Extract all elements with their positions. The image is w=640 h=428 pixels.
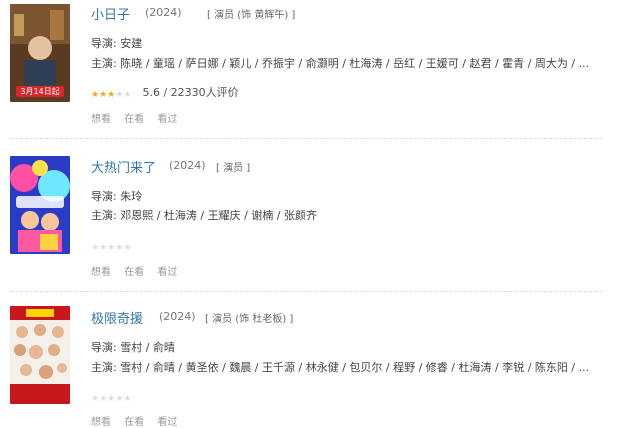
want-to-watch-link[interactable]: 想看 (91, 267, 111, 278)
star-icon: ★ (99, 243, 108, 253)
rating-stars: ★★★★★ (91, 235, 131, 254)
director-names: 雪村 / 俞晴 (120, 341, 175, 354)
rating-stars: ★★★★★ (91, 386, 131, 405)
director-label: 导演: (91, 341, 117, 354)
director-line: 导演: 安建 (91, 35, 603, 51)
cast-label: 主演: (91, 361, 117, 374)
movie-role: [ 演员 (饰 黄辉午) ] (207, 10, 296, 21)
cast-label: 主演: (91, 209, 117, 222)
director-names: 朱玲 (120, 190, 143, 203)
director-line: 导演: 雪村 / 俞晴 (91, 339, 603, 355)
cast-line: 主演: 邓恩熙 / 杜海涛 / 王耀庆 / 谢楠 / 张颜齐 (91, 207, 603, 223)
star-icon: ★ (123, 90, 132, 100)
movie-item: 3月14日起 小日子 (2024) [ 演员 (饰 黄辉午) ] 导演: 安建 … (0, 0, 640, 140)
cast-line: 主演: 雪村 / 俞晴 / 黄圣依 / 魏晨 / 王千源 / 林永健 / 包贝尔… (91, 359, 603, 375)
movie-poster[interactable] (10, 156, 70, 254)
star-icon: ★ (91, 243, 100, 253)
rating-row: ★★★★★ 5.6 / 22330人评价 (91, 81, 239, 101)
item-divider (10, 138, 602, 139)
watching-link[interactable]: 在看 (124, 267, 144, 278)
movie-title-link[interactable]: 小日子 (91, 4, 130, 23)
poster-image: 3月14日起 (10, 4, 70, 102)
poster-image (10, 156, 70, 254)
director-line: 导演: 朱玲 (91, 188, 603, 204)
star-icon: ★ (115, 90, 124, 100)
star-icon: ★ (115, 394, 124, 404)
star-icon: ★ (91, 394, 100, 404)
poster-image (10, 306, 70, 404)
watching-link[interactable]: 在看 (124, 114, 144, 125)
action-links: 想看 在看 看过 (91, 263, 187, 278)
star-icon: ★ (107, 243, 116, 253)
cast-line: 主演: 陈晓 / 童瑶 / 萨日娜 / 颖儿 / 乔振宇 / 俞灏明 / 杜海涛… (91, 55, 603, 71)
star-icon: ★ (107, 90, 116, 100)
star-icon: ★ (123, 394, 132, 404)
star-icon: ★ (99, 90, 108, 100)
director-label: 导演: (91, 190, 117, 203)
rating-row: ★★★★★ (91, 234, 131, 253)
action-links: 想看 在看 看过 (91, 413, 187, 428)
item-divider (10, 291, 602, 292)
movie-item: 大热门来了 (2024) [ 演员 ] 导演: 朱玲 主演: 邓恩熙 / 杜海涛… (0, 148, 640, 292)
movie-year: (2024) (159, 310, 196, 323)
movie-year: (2024) (169, 159, 206, 172)
rating-row: ★★★★★ (91, 385, 131, 404)
want-to-watch-link[interactable]: 想看 (91, 114, 111, 125)
movie-role: [ 演员 ] (216, 163, 251, 174)
cast-names: 雪村 / 俞晴 / 黄圣依 / 魏晨 / 王千源 / 林永健 / 包贝尔 / 程… (120, 361, 590, 374)
movie-year: (2024) (145, 6, 182, 19)
director-label: 导演: (91, 37, 117, 50)
watched-link[interactable]: 看过 (157, 114, 177, 125)
movie-poster[interactable] (10, 306, 70, 404)
director-names: 安建 (120, 37, 143, 50)
movie-item: 极限奇援 (2024) [ 演员 (饰 杜老板) ] 导演: 雪村 / 俞晴 主… (0, 300, 640, 428)
rating-text: 5.6 / 22330人评价 (142, 85, 239, 99)
movie-role: [ 演员 (饰 杜老板) ] (205, 314, 294, 325)
movie-title-link[interactable]: 极限奇援 (91, 308, 143, 327)
watched-link[interactable]: 看过 (157, 267, 177, 278)
star-icon: ★ (107, 394, 116, 404)
poster-date: 3月14日起 (20, 87, 59, 96)
cast-label: 主演: (91, 57, 117, 70)
cast-names: 邓恩熙 / 杜海涛 / 王耀庆 / 谢楠 / 张颜齐 (120, 209, 318, 222)
star-icon: ★ (99, 394, 108, 404)
star-icon: ★ (91, 90, 100, 100)
movie-poster[interactable]: 3月14日起 (10, 4, 70, 102)
star-icon: ★ (115, 243, 124, 253)
star-icon: ★ (123, 243, 132, 253)
rating-stars: ★★★★★ (91, 82, 131, 101)
movie-title-link[interactable]: 大热门来了 (91, 157, 156, 176)
action-links: 想看 在看 看过 (91, 110, 187, 125)
cast-names: 陈晓 / 童瑶 / 萨日娜 / 颖儿 / 乔振宇 / 俞灏明 / 杜海涛 / 岳… (120, 57, 590, 70)
